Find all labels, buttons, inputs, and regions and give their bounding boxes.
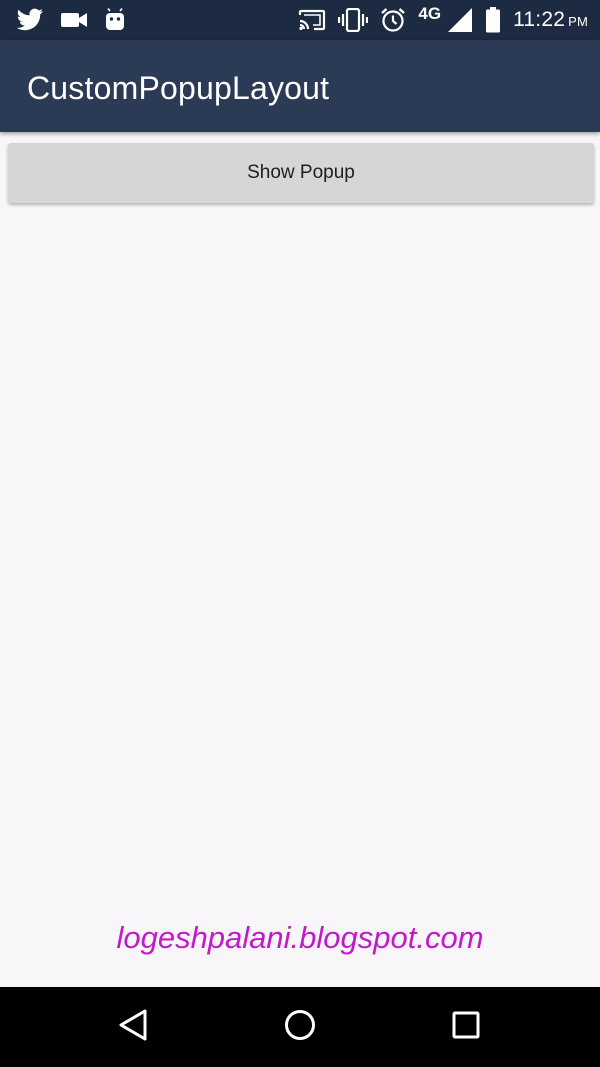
signal-icon <box>447 7 473 33</box>
status-bar: 4G 11:22 PM <box>0 0 600 40</box>
recents-button[interactable] <box>438 999 494 1055</box>
clock-ampm: PM <box>568 14 588 29</box>
home-button[interactable] <box>272 999 328 1055</box>
app-bar: CustomPopupLayout <box>0 40 600 132</box>
back-icon <box>117 1008 149 1047</box>
battery-icon <box>485 7 501 33</box>
network-type-label: 4G <box>418 4 442 23</box>
twitter-icon <box>16 8 44 32</box>
video-camera-icon <box>60 11 88 29</box>
navigation-bar <box>0 987 600 1067</box>
home-icon <box>283 1008 317 1047</box>
vibrate-icon <box>338 8 369 32</box>
android-icon <box>104 8 126 32</box>
system-icons: 4G 11:22 PM <box>298 0 588 40</box>
clock-time: 11:22 <box>513 8 566 31</box>
alarm-icon <box>380 7 406 33</box>
watermark-text: logeshpalani.blogspot.com <box>116 920 484 955</box>
app-title: CustomPopupLayout <box>27 70 330 106</box>
back-button[interactable] <box>105 999 161 1055</box>
recents-icon <box>451 1010 481 1045</box>
cast-icon <box>298 9 326 31</box>
notification-icons <box>16 0 126 40</box>
status-clock: 11:22 PM <box>513 8 588 32</box>
show-popup-button[interactable]: Show Popup <box>8 143 594 203</box>
